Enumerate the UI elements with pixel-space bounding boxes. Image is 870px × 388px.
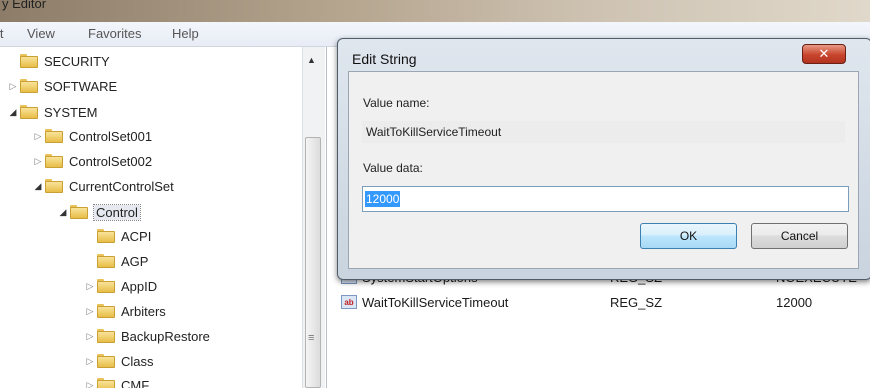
menu-view[interactable]: View (27, 26, 55, 41)
tree-item-security[interactable]: SECURITY (8, 51, 110, 71)
tree-item-controlset002[interactable]: ▷ ControlSet002 (33, 151, 153, 171)
folder-icon (45, 179, 63, 193)
tree-item-label: SYSTEM (44, 104, 98, 120)
cancel-button[interactable]: Cancel (751, 223, 848, 249)
folder-icon (97, 329, 115, 343)
expand-arrow-icon[interactable]: ▷ (33, 130, 43, 142)
folder-icon (97, 229, 115, 243)
tree-scrollbar[interactable]: ▲ ≡ (302, 47, 325, 388)
no-expander (85, 255, 95, 267)
value-data-input[interactable]: 12000 (362, 186, 849, 212)
scroll-up-arrow-icon[interactable]: ▲ (307, 55, 316, 65)
folder-icon (97, 254, 115, 268)
tree-item-arbiters[interactable]: ▷ Arbiters (85, 301, 166, 321)
value-type: REG_SZ (610, 295, 663, 310)
tree-item-software[interactable]: ▷ SOFTWARE (8, 76, 118, 96)
window-title: y Editor (2, 0, 47, 11)
value-data: 12000 (776, 295, 813, 310)
registry-tree: SECURITY ▷ SOFTWARE ◢ SYSTEM ▷ ControlSet001 ▷ C… (0, 47, 327, 388)
tree-item-controlset001[interactable]: ▷ ControlSet001 (33, 126, 153, 146)
tree-item-label: AppID (121, 278, 158, 294)
close-icon: ✕ (818, 46, 830, 61)
tree-item-label: AGP (121, 253, 149, 269)
expand-arrow-icon[interactable]: ▷ (85, 305, 95, 317)
window-titlebar: y Editor (0, 0, 870, 22)
tree-item-appid[interactable]: ▷ AppID (85, 276, 158, 296)
value-data-label: Value data: (363, 161, 423, 175)
collapse-arrow-icon[interactable]: ◢ (8, 106, 18, 118)
ok-button[interactable]: OK (640, 223, 737, 249)
string-value-icon: ab (341, 295, 357, 309)
expand-arrow-icon[interactable]: ▷ (33, 155, 43, 167)
menu-help[interactable]: Help (172, 26, 199, 41)
tree-item-label: SECURITY (44, 53, 110, 69)
folder-icon (70, 205, 88, 219)
value-name-field: WaitToKillServiceTimeout (362, 121, 845, 143)
tree-item-label: ACPI (121, 228, 152, 244)
scrollbar-grip-icon: ≡ (308, 332, 315, 344)
tree-item-control[interactable]: ◢ Control (58, 202, 141, 222)
expand-arrow-icon[interactable]: ▷ (85, 330, 95, 342)
expand-arrow-icon[interactable]: ▷ (85, 379, 95, 388)
expand-arrow-icon[interactable]: ▷ (85, 280, 95, 292)
collapse-arrow-icon[interactable]: ◢ (33, 180, 43, 192)
menu-favorites[interactable]: Favorites (88, 26, 141, 41)
tree-item-system[interactable]: ◢ SYSTEM (8, 102, 98, 122)
value-data-text: 12000 (365, 191, 401, 207)
no-expander (8, 55, 18, 67)
tree-item-agp[interactable]: AGP (85, 251, 148, 271)
folder-icon (45, 129, 63, 143)
value-row-waittokillservicetimeout[interactable]: ab WaitToKillServiceTimeout (341, 292, 508, 312)
tree-item-label: Class (121, 353, 154, 369)
no-expander (85, 230, 95, 242)
tree-item-acpi[interactable]: ACPI (85, 226, 151, 246)
folder-icon (97, 279, 115, 293)
value-name-label: Value name: (363, 96, 430, 110)
folder-icon (97, 378, 115, 388)
folder-icon (20, 105, 38, 119)
tree-item-class[interactable]: ▷ Class (85, 351, 154, 371)
tree-item-label: CMF (121, 377, 150, 388)
close-button[interactable]: ✕ (802, 44, 846, 64)
value-name: WaitToKillServiceTimeout (362, 294, 509, 310)
menu-edit[interactable]: it (0, 26, 4, 41)
tree-item-label: BackupRestore (121, 328, 210, 344)
tree-item-cmf[interactable]: ▷ CMF (85, 375, 149, 388)
tree-item-label: Arbiters (121, 303, 166, 319)
tree-item-label: ControlSet002 (69, 153, 153, 169)
folder-icon (97, 354, 115, 368)
folder-icon (20, 54, 38, 68)
tree-item-label: ControlSet001 (69, 128, 153, 144)
tree-item-currentcontrolset[interactable]: ◢ CurrentControlSet (33, 176, 174, 196)
tree-item-label: CurrentControlSet (69, 178, 174, 194)
collapse-arrow-icon[interactable]: ◢ (58, 206, 68, 218)
folder-icon (20, 79, 38, 93)
dialog-body: Value name: WaitToKillServiceTimeout Val… (348, 71, 859, 269)
expand-arrow-icon[interactable]: ▷ (8, 80, 18, 92)
edit-string-dialog: Edit String ✕ Value name: WaitToKillServ… (337, 38, 870, 280)
expand-arrow-icon[interactable]: ▷ (85, 355, 95, 367)
tree-item-backuprestore[interactable]: ▷ BackupRestore (85, 326, 210, 346)
folder-icon (45, 154, 63, 168)
value-name-text: WaitToKillServiceTimeout (366, 125, 502, 139)
tree-item-label: SOFTWARE (44, 78, 118, 94)
dialog-title: Edit String (352, 51, 417, 67)
scrollbar-thumb[interactable] (305, 137, 321, 388)
tree-item-label: Control (93, 203, 141, 221)
folder-icon (97, 304, 115, 318)
